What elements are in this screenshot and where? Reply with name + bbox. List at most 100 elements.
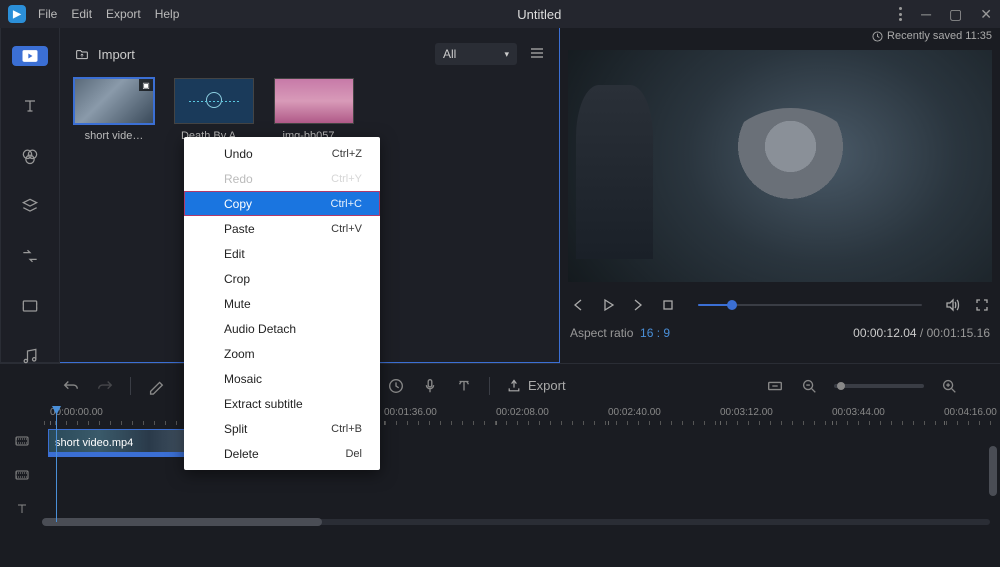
close-button[interactable]: ✕ xyxy=(980,6,992,23)
prev-frame-button[interactable] xyxy=(568,295,588,315)
context-menu-label: Delete xyxy=(224,447,259,461)
transitions-tab[interactable] xyxy=(12,246,48,266)
context-menu-label: Redo xyxy=(224,172,253,186)
progress-handle[interactable] xyxy=(727,300,737,310)
speed-button[interactable] xyxy=(387,377,405,395)
video-track-icon xyxy=(12,433,32,449)
context-menu-item[interactable]: PasteCtrl+V xyxy=(184,216,380,241)
video-preview[interactable] xyxy=(568,50,992,282)
media-item[interactable]: ▣ short vide… xyxy=(74,78,154,142)
horizontal-scrollbar[interactable] xyxy=(42,517,990,527)
context-menu-item[interactable]: Delete Del xyxy=(184,441,380,466)
elements-tab[interactable] xyxy=(12,296,48,316)
redo-button[interactable] xyxy=(96,377,114,395)
context-menu-item[interactable]: Audio Detach xyxy=(184,316,380,341)
music-tab[interactable] xyxy=(12,346,48,366)
context-menu-item[interactable]: Zoom xyxy=(184,341,380,366)
context-menu-item[interactable]: UndoCtrl+Z xyxy=(184,141,380,166)
list-view-toggle[interactable] xyxy=(529,46,545,63)
context-menu-item[interactable]: Extract subtitle xyxy=(184,391,380,416)
minimize-button[interactable]: ─ xyxy=(921,6,931,22)
media-filter-dropdown[interactable]: All ▾ xyxy=(435,43,517,65)
context-menu-item[interactable]: Crop xyxy=(184,266,380,291)
voiceover-button[interactable] xyxy=(421,377,439,395)
text-track-icon xyxy=(12,501,32,517)
menu-help[interactable]: Help xyxy=(155,7,180,21)
context-menu-label: Undo xyxy=(224,147,253,161)
overlays-tab[interactable] xyxy=(12,196,48,216)
text-tab[interactable] xyxy=(12,96,48,116)
ruler-tick: 00:03:12.00 xyxy=(720,407,773,418)
media-item[interactable]: Death By A… xyxy=(174,78,254,142)
more-icon[interactable] xyxy=(899,7,903,21)
ruler-tick: 00:02:40.00 xyxy=(608,407,661,418)
media-thumbnail[interactable] xyxy=(274,78,354,124)
export-button[interactable]: Export xyxy=(506,378,566,394)
fit-timeline-button[interactable] xyxy=(766,377,784,395)
context-menu-item[interactable]: Mute xyxy=(184,291,380,316)
playback-progress[interactable] xyxy=(698,304,922,306)
undo-button[interactable] xyxy=(62,377,80,395)
media-thumbnail[interactable] xyxy=(174,78,254,124)
context-menu-shortcut: Ctrl+Y xyxy=(331,173,362,185)
import-label: Import xyxy=(98,47,135,62)
import-button[interactable]: Import xyxy=(74,47,135,62)
playhead[interactable] xyxy=(56,407,57,522)
zoom-handle[interactable] xyxy=(837,382,845,390)
context-menu-item[interactable]: Split Ctrl+B xyxy=(184,416,380,441)
preview-panel: Recently saved 11:35 Aspect ratio 16 : 9 xyxy=(560,28,1000,363)
text-tool-button[interactable] xyxy=(455,377,473,395)
menu-export[interactable]: Export xyxy=(106,7,141,21)
timeline: 00:00:00.00 00:01:36.00 00:02:08.00 00:0… xyxy=(0,407,1000,527)
context-menu-label: Edit xyxy=(224,247,245,261)
chevron-down-icon: ▾ xyxy=(504,49,509,60)
media-tab[interactable] xyxy=(12,46,48,66)
menu-file[interactable]: File xyxy=(38,7,57,21)
aspect-ratio-value[interactable]: 16 : 9 xyxy=(640,326,670,340)
clip-label: short video.mp4 xyxy=(55,437,133,449)
zoom-slider[interactable] xyxy=(834,384,924,388)
media-item[interactable]: img-bb057… xyxy=(274,78,354,142)
zoom-in-button[interactable] xyxy=(940,377,958,395)
ruler-tick: 00:02:08.00 xyxy=(496,407,549,418)
volume-button[interactable] xyxy=(942,295,962,315)
context-menu-label: Extract subtitle xyxy=(224,397,303,411)
time-current: 00:00:12.04 xyxy=(853,326,916,340)
play-button[interactable] xyxy=(598,295,618,315)
media-thumbnail[interactable]: ▣ xyxy=(74,78,154,124)
context-menu-label: Mute xyxy=(224,297,251,311)
edit-button[interactable] xyxy=(147,377,165,395)
ruler-tick: 00:03:44.00 xyxy=(832,407,885,418)
context-menu-item[interactable]: CopyCtrl+C xyxy=(184,191,380,216)
video-track-icon xyxy=(12,467,32,483)
applied-badge-icon: ▣ xyxy=(139,79,153,91)
context-menu: UndoCtrl+Z Redo Ctrl+Y CopyCtrl+CPasteCtrl+… xyxy=(184,137,380,470)
left-tool-strip xyxy=(0,28,60,363)
vertical-scrollbar[interactable] xyxy=(988,418,998,528)
window-title: Untitled xyxy=(179,7,899,22)
menubar: File Edit Export Help xyxy=(38,7,179,21)
titlebar: ▶ File Edit Export Help Untitled ─ ▢ ✕ xyxy=(0,0,1000,28)
aspect-ratio-label: Aspect ratio xyxy=(570,326,633,340)
save-status: Recently saved 11:35 xyxy=(872,30,992,42)
context-menu-shortcut: Del xyxy=(345,448,362,460)
context-menu-shortcut: Ctrl+V xyxy=(331,223,362,235)
filters-tab[interactable] xyxy=(12,146,48,166)
context-menu-shortcut: Ctrl+C xyxy=(331,198,362,210)
context-menu-item[interactable]: Mosaic xyxy=(184,366,380,391)
menu-edit[interactable]: Edit xyxy=(71,7,92,21)
ruler-tick: 00:01:36.00 xyxy=(384,407,437,418)
context-menu-item[interactable]: Edit xyxy=(184,241,380,266)
context-menu-label: Split xyxy=(224,422,247,436)
fullscreen-button[interactable] xyxy=(972,295,992,315)
stop-button[interactable] xyxy=(658,295,678,315)
context-menu-label: Audio Detach xyxy=(224,322,296,336)
context-menu-item: Redo Ctrl+Y xyxy=(184,166,380,191)
context-menu-label: Zoom xyxy=(224,347,255,361)
timeline-toolbar: Export xyxy=(0,363,1000,407)
zoom-out-button[interactable] xyxy=(800,377,818,395)
context-menu-shortcut: Ctrl+B xyxy=(331,423,362,435)
context-menu-label: Crop xyxy=(224,272,250,286)
next-frame-button[interactable] xyxy=(628,295,648,315)
maximize-button[interactable]: ▢ xyxy=(949,6,962,23)
